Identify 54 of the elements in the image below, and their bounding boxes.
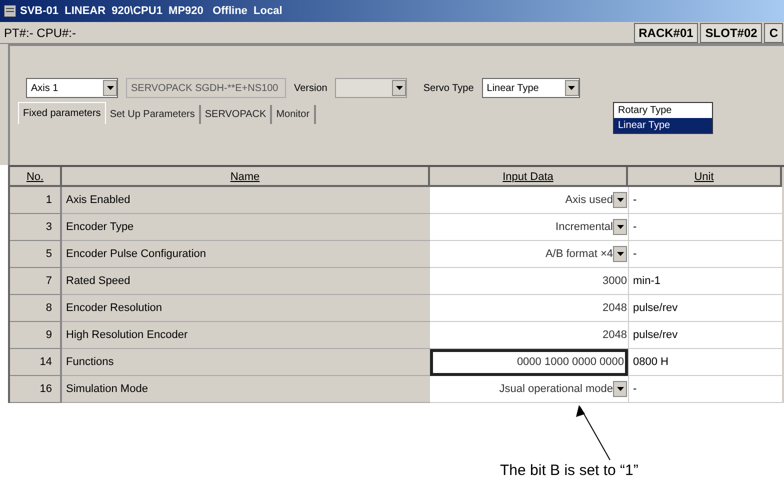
- input-data-cell[interactable]: Incremental: [430, 214, 628, 241]
- unit-cell: min-1: [628, 268, 782, 295]
- unit-cell: -: [628, 376, 782, 403]
- window-icon: [4, 5, 16, 17]
- parameter-name-cell: Encoder Type: [62, 214, 430, 241]
- row-number-cell: 14: [10, 349, 62, 376]
- column-header: Unit: [628, 167, 782, 187]
- input-data-cell[interactable]: Axis used: [430, 187, 628, 214]
- row-number-cell: 1: [10, 187, 62, 214]
- parameter-name-cell: Encoder Pulse Configuration: [62, 241, 430, 268]
- unit-cell: pulse/rev: [628, 295, 782, 322]
- dropdown-option[interactable]: Linear Type: [614, 118, 712, 133]
- input-data-cell[interactable]: 3000: [430, 268, 628, 295]
- row-number-cell: 8: [10, 295, 62, 322]
- unit-cell: -: [628, 214, 782, 241]
- unit-cell: 0800 H: [628, 349, 782, 376]
- row-number-cell: 7: [10, 268, 62, 295]
- status-indicator: RACK#01: [634, 22, 698, 42]
- window-title: SVB-01 LINEAR 920\CPU1 MP920 Offline Local: [20, 4, 282, 19]
- dropdown-option[interactable]: Rotary Type: [614, 103, 712, 118]
- unit-cell: pulse/rev: [628, 322, 782, 349]
- tab[interactable]: Fixed parameters: [18, 102, 106, 124]
- servo-type-label: Servo Type: [423, 82, 474, 96]
- tab[interactable]: Set Up Parameters: [106, 105, 201, 124]
- axis-select[interactable]: Axis 1: [26, 78, 118, 98]
- column-header: Name: [62, 167, 430, 187]
- parameter-name-cell: Rated Speed: [62, 268, 430, 295]
- status-indicator: SLOT#02: [700, 22, 762, 42]
- unit-cell: -: [628, 241, 782, 268]
- status-indicator: C: [764, 22, 783, 42]
- column-header: Input Data: [430, 167, 628, 187]
- tab[interactable]: SERVOPACK: [200, 105, 272, 124]
- parameter-name-cell: Encoder Resolution: [62, 295, 430, 322]
- input-data-cell[interactable]: 0000 1000 0000 0000: [430, 349, 628, 376]
- tab[interactable]: Monitor: [272, 105, 316, 124]
- address-label: PT#:- CPU#:-: [3, 24, 78, 42]
- input-data-cell[interactable]: Jsual operational mode: [430, 376, 628, 403]
- row-number-cell: 5: [10, 241, 62, 268]
- parameter-name-cell: High Resolution Encoder: [62, 322, 430, 349]
- parameter-name-cell: Functions: [62, 349, 430, 376]
- parameter-name-cell: Axis Enabled: [62, 187, 430, 214]
- row-number-cell: 3: [10, 214, 62, 241]
- input-data-cell[interactable]: 2048: [430, 295, 628, 322]
- servopack-field: SERVOPACK SGDH-**E+NS100: [126, 78, 286, 98]
- servo-type-select[interactable]: Linear Type: [482, 78, 580, 98]
- column-header: No.: [10, 167, 62, 187]
- unit-cell: -: [628, 187, 782, 214]
- version-label: Version: [294, 82, 328, 96]
- input-data-cell[interactable]: 2048: [430, 322, 628, 349]
- annotation-text: The bit B is set to “1”: [500, 461, 638, 481]
- parameter-name-cell: Simulation Mode: [62, 376, 430, 403]
- row-number-cell: 9: [10, 322, 62, 349]
- input-data-cell[interactable]: A/B format ×4: [430, 241, 628, 268]
- row-number-cell: 16: [10, 376, 62, 403]
